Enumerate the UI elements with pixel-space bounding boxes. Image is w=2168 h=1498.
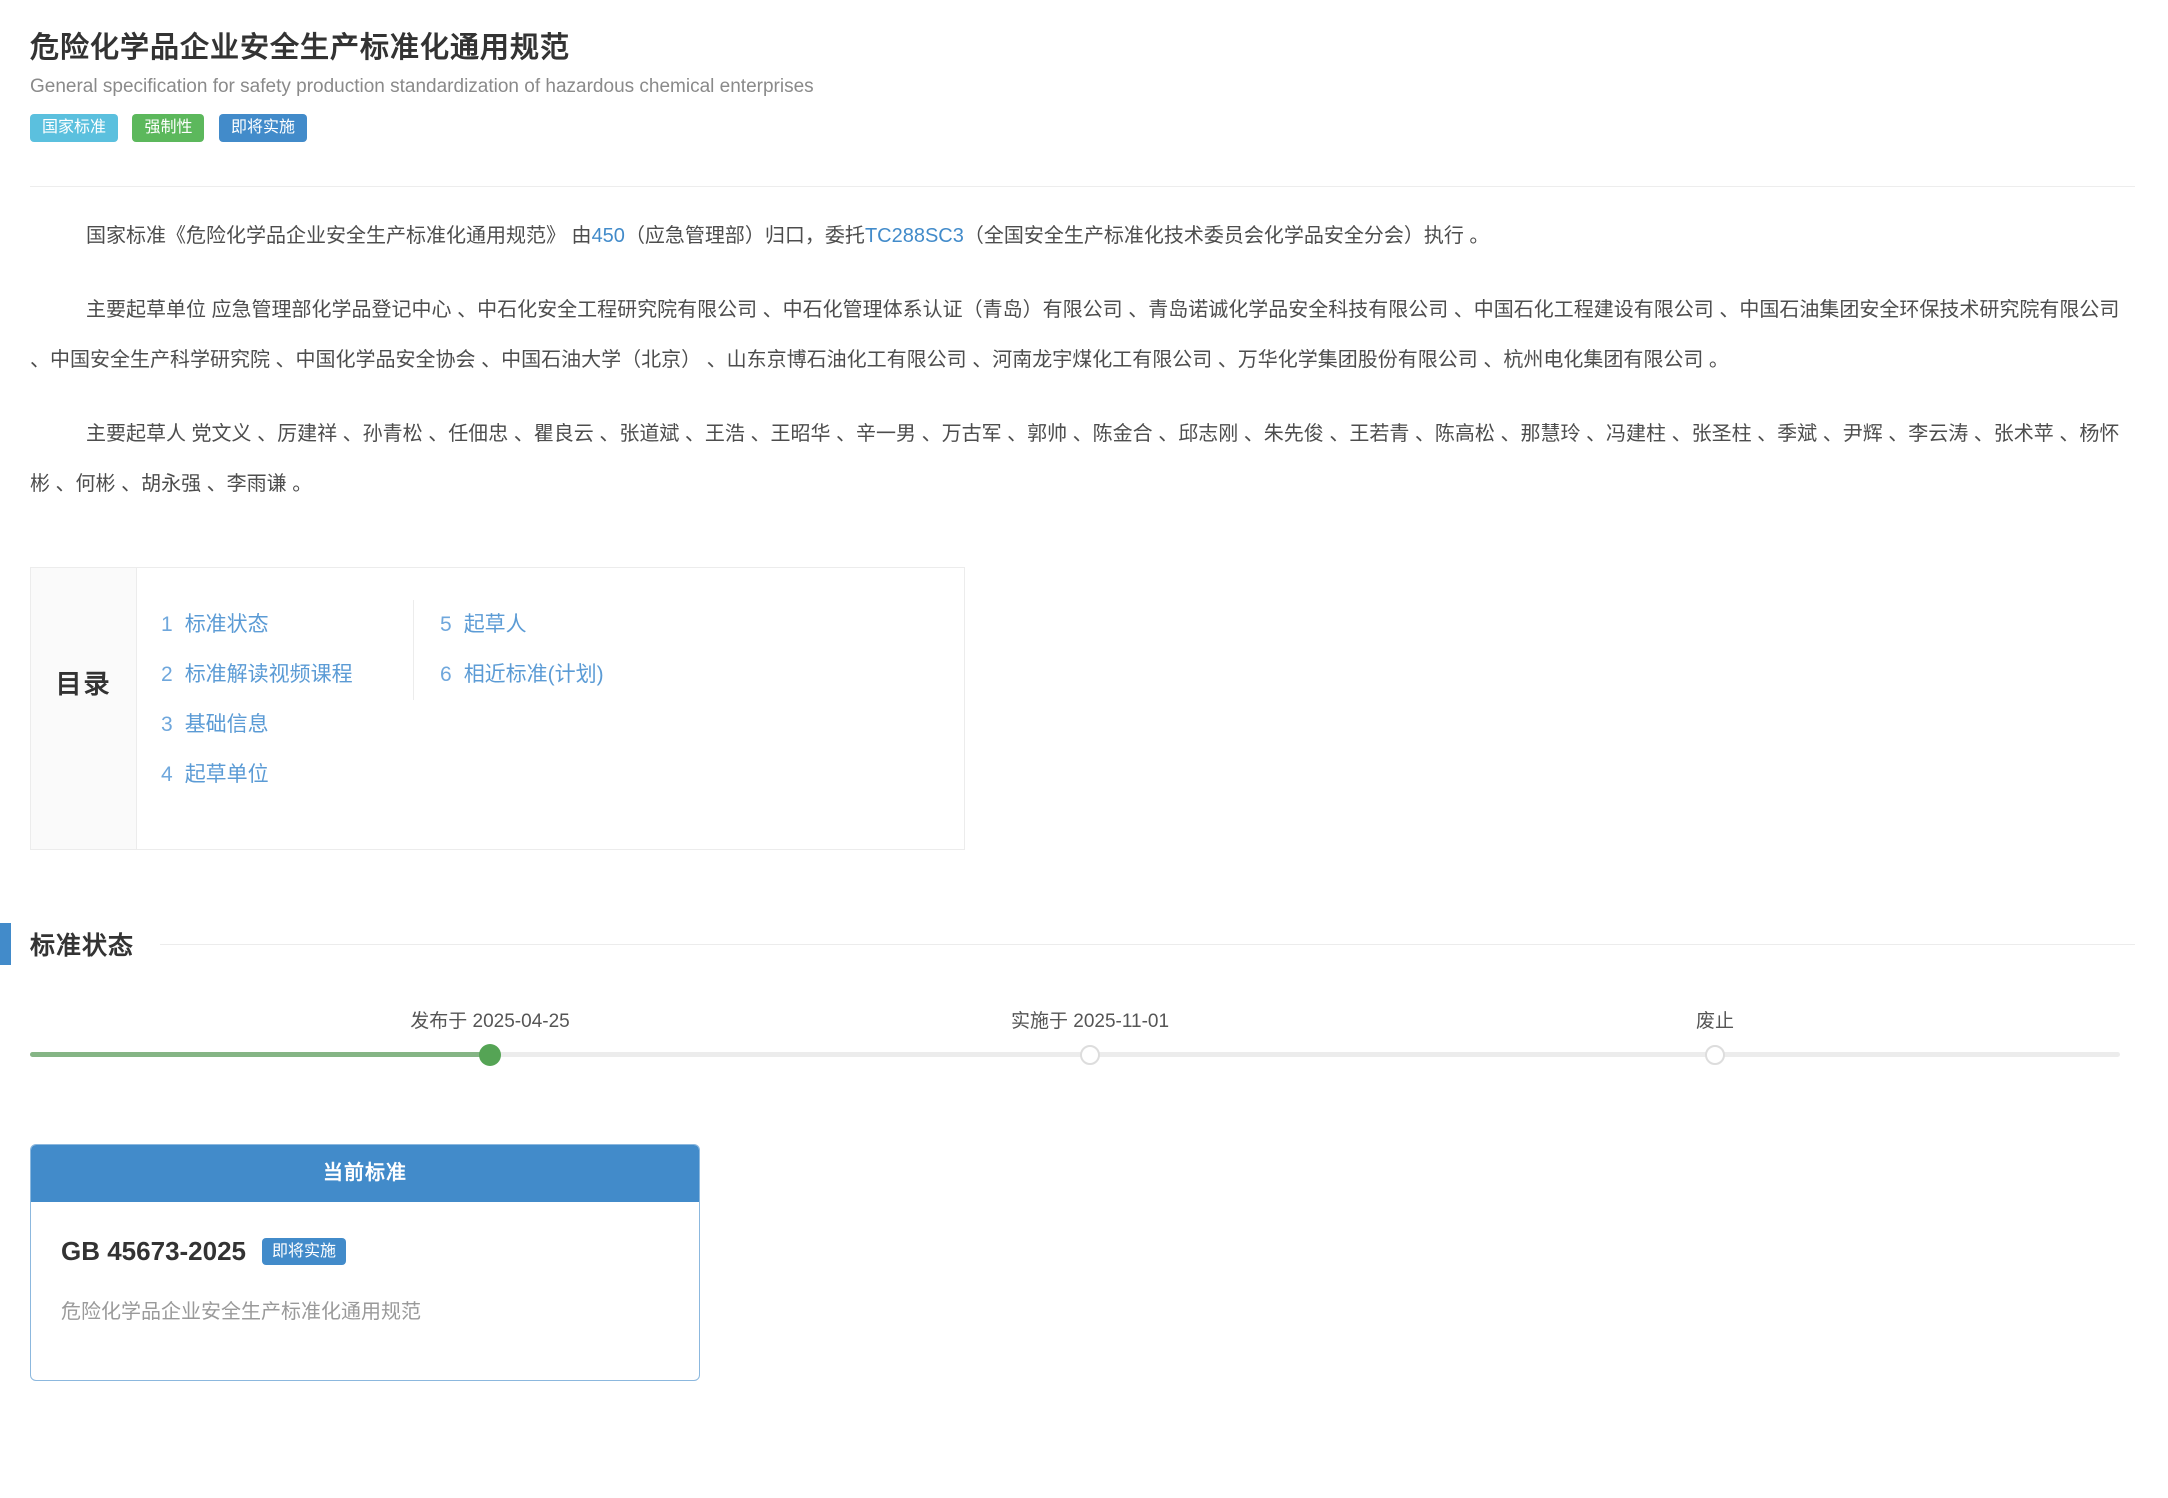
badge-upcoming: 即将实施 xyxy=(219,114,307,142)
timeline-dot-effective xyxy=(1080,1045,1100,1065)
toc-box: 目录 1 标准状态 2 标准解读视频课程 3 基础信息 4 起草单位 5 起草人 6 相近标… xyxy=(30,567,965,850)
paragraph-drafting-units: 主要起草单位 应急管理部化学品登记中心 、中石化安全工程研究院有限公司 、中石化… xyxy=(30,285,2135,385)
toc-item-label: 起草人 xyxy=(464,613,527,636)
toc-column-2: 5 起草人 6 相近标准(计划) xyxy=(413,600,653,700)
toc-item-similar-standards[interactable]: 6 相近标准(计划) xyxy=(440,650,653,700)
badge-mandatory: 强制性 xyxy=(132,114,204,142)
current-standard-card-body: GB 45673-2025 即将实施 危险化学品企业安全生产标准化通用规范 xyxy=(31,1202,699,1380)
toc-item-label: 标准状态 xyxy=(185,613,269,636)
section-header-standard-status: 标准状态 xyxy=(30,922,2135,966)
link-tc288sc3[interactable]: TC288SC3 xyxy=(865,225,964,247)
toc-item-number: 4 xyxy=(161,763,173,786)
paragraph-drafters: 主要起草人 党文义 、厉建祥 、孙青松 、任佃忠 、瞿良云 、张道斌 、王浩 、… xyxy=(30,409,2135,509)
paragraph-governing-body: 国家标准《危险化学品企业安全生产标准化通用规范》 由450（应急管理部）归口，委… xyxy=(30,211,2135,261)
standard-status-badge: 即将实施 xyxy=(262,1238,346,1266)
link-450[interactable]: 450 xyxy=(592,225,625,247)
standard-code-row: GB 45673-2025 即将实施 xyxy=(61,1236,669,1267)
current-standard-card-header: 当前标准 xyxy=(31,1145,699,1202)
toc-item-number: 5 xyxy=(440,613,452,636)
toc-item-label: 起草单位 xyxy=(185,763,269,786)
badge-row: 国家标准 强制性 即将实施 xyxy=(30,114,2135,144)
timeline-track-completed xyxy=(30,1052,490,1057)
toc-item-number: 3 xyxy=(161,713,173,736)
toc-item-number: 6 xyxy=(440,663,452,686)
timeline-label-published: 发布于 2025-04-25 xyxy=(410,1006,569,1033)
toc-item-number: 1 xyxy=(161,613,173,636)
current-standard-card: 当前标准 GB 45673-2025 即将实施 危险化学品企业安全生产标准化通用… xyxy=(30,1144,700,1381)
section-divider-line xyxy=(160,944,2135,945)
timeline-dot-abolished xyxy=(1705,1045,1725,1065)
toc-item-label: 基础信息 xyxy=(185,713,269,736)
section-accent-bar xyxy=(0,923,11,965)
toc-content: 1 标准状态 2 标准解读视频课程 3 基础信息 4 起草单位 5 起草人 6 相近标准(计… xyxy=(137,568,964,849)
toc-label: 目录 xyxy=(31,568,137,849)
timeline-label-effective: 实施于 2025-11-01 xyxy=(1011,1006,1169,1033)
standard-detail-page: 危险化学品企业安全生产标准化通用规范 General specification… xyxy=(0,0,2168,1498)
toc-item-drafting-units[interactable]: 4 起草单位 xyxy=(161,750,413,800)
toc-item-label: 标准解读视频课程 xyxy=(185,663,353,686)
section-title: 标准状态 xyxy=(30,926,134,962)
p1-text-b: （应急管理部）归口，委托 xyxy=(625,225,865,247)
toc-item-drafters[interactable]: 5 起草人 xyxy=(440,600,653,650)
p1-text-c: （全国安全生产标准化技术委员会化学品安全分会）执行 。 xyxy=(964,225,1490,247)
page-subtitle-english: General specification for safety product… xyxy=(30,76,2135,98)
p1-text-a: 国家标准《危险化学品企业安全生产标准化通用规范》 由 xyxy=(86,225,592,247)
timeline-label-abolished: 废止 xyxy=(1696,1006,1734,1033)
standard-name: 危险化学品企业安全生产标准化通用规范 xyxy=(61,1295,669,1324)
page-title: 危险化学品企业安全生产标准化通用规范 xyxy=(30,24,2135,66)
timeline-dot-published xyxy=(479,1044,501,1066)
header-divider xyxy=(30,186,2135,187)
toc-item-label: 相近标准(计划) xyxy=(464,663,604,686)
doc-header: 危险化学品企业安全生产标准化通用规范 General specification… xyxy=(30,24,2135,187)
toc-item-number: 2 xyxy=(161,663,173,686)
standard-code: GB 45673-2025 xyxy=(61,1236,246,1267)
badge-national-standard: 国家标准 xyxy=(30,114,118,142)
toc-item-video-course[interactable]: 2 标准解读视频课程 xyxy=(161,650,413,700)
toc-item-basic-info[interactable]: 3 基础信息 xyxy=(161,700,413,750)
status-timeline: 发布于 2025-04-25 实施于 2025-11-01 废止 xyxy=(30,992,2135,1122)
toc-item-standard-status[interactable]: 1 标准状态 xyxy=(161,600,413,650)
toc-column-1: 1 标准状态 2 标准解读视频课程 3 基础信息 4 起草单位 xyxy=(161,600,413,800)
intro-section: 国家标准《危险化学品企业安全生产标准化通用规范》 由450（应急管理部）归口，委… xyxy=(30,211,2135,509)
